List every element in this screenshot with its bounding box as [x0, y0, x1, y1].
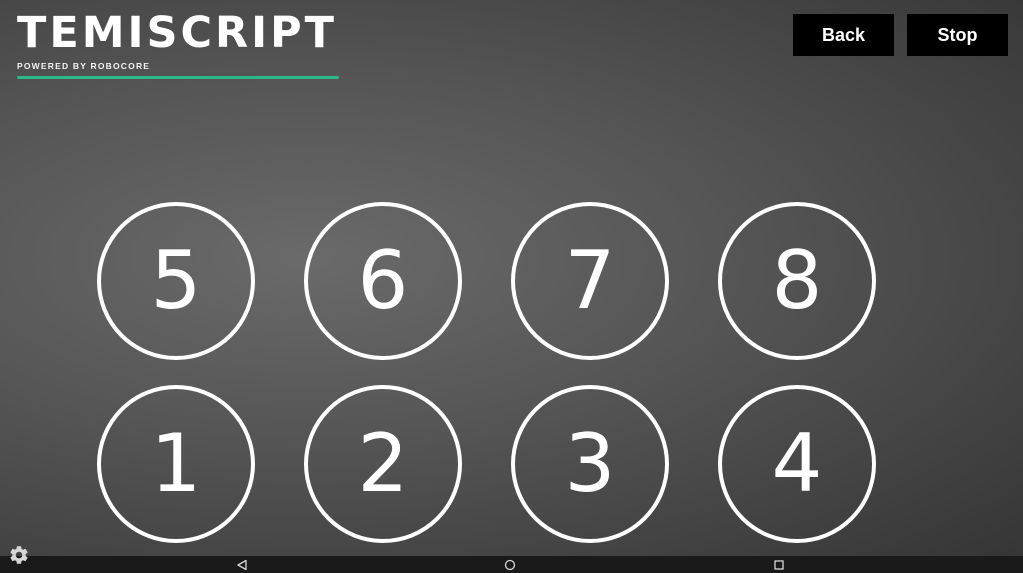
pad-label: 4 — [771, 417, 823, 510]
nav-home-button[interactable] — [498, 556, 522, 573]
pad-label: 3 — [564, 417, 616, 510]
logo-underline — [17, 76, 339, 79]
nav-back-button[interactable] — [230, 556, 254, 573]
nav-recents-button[interactable] — [767, 556, 791, 573]
stop-button[interactable]: Stop — [907, 14, 1008, 56]
number-pad-6[interactable]: 6 — [304, 202, 462, 360]
system-navigation-bar — [0, 556, 1023, 573]
pad-label: 1 — [150, 417, 202, 510]
number-pad-2[interactable]: 2 — [304, 385, 462, 543]
gear-icon — [10, 546, 28, 564]
pad-label: 8 — [771, 234, 823, 327]
pad-label: 2 — [357, 417, 409, 510]
number-pad-3[interactable]: 3 — [511, 385, 669, 543]
back-button[interactable]: Back — [793, 14, 894, 56]
pad-label: 6 — [357, 234, 409, 327]
app-logo: TEMISCRIPT POWERED BY ROBOCORE — [17, 10, 339, 79]
number-pad-7[interactable]: 7 — [511, 202, 669, 360]
number-pad-8[interactable]: 8 — [718, 202, 876, 360]
square-recents-icon — [774, 559, 784, 570]
settings-button[interactable] — [8, 544, 30, 566]
app-title: TEMISCRIPT — [17, 8, 337, 58]
number-pad-5[interactable]: 5 — [97, 202, 255, 360]
number-pad-4[interactable]: 4 — [718, 385, 876, 543]
number-pad-1[interactable]: 1 — [97, 385, 255, 543]
app-subtitle: POWERED BY ROBOCORE — [17, 61, 151, 71]
triangle-back-icon — [237, 559, 247, 570]
circle-home-icon — [504, 559, 516, 570]
pad-label: 7 — [564, 234, 616, 327]
pad-label: 5 — [150, 234, 202, 327]
